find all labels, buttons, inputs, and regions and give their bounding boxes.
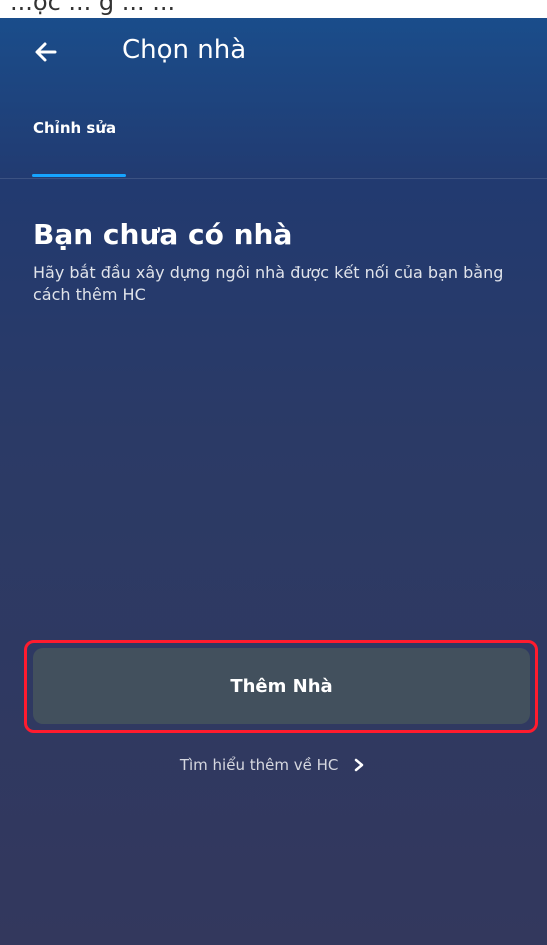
page-title: Chọn nhà (122, 35, 247, 65)
top-clipped-text: ...ợc ... g ... ... (10, 0, 176, 16)
tab-edit[interactable]: Chỉnh sửa (33, 119, 116, 137)
learn-more-label: Tìm hiểu thêm về HC (179, 755, 339, 774)
empty-state-title: Bạn chưa có nhà (33, 218, 293, 251)
add-home-button[interactable]: Thêm Nhà (33, 648, 530, 724)
learn-more-link[interactable]: Tìm hiểu thêm về HC (0, 755, 547, 774)
tab-divider (0, 178, 547, 179)
empty-state-description: Hãy bắt đầu xây dựng ngôi nhà được kết n… (33, 263, 504, 304)
tab-indicator (32, 174, 126, 177)
arrow-left-icon[interactable] (28, 34, 64, 70)
app-screen: Chọn nhà Chỉnh sửa Bạn chưa có nhà Hãy b… (0, 18, 547, 945)
app-bar: Chọn nhà (0, 18, 547, 88)
chevron-right-icon (354, 758, 364, 771)
